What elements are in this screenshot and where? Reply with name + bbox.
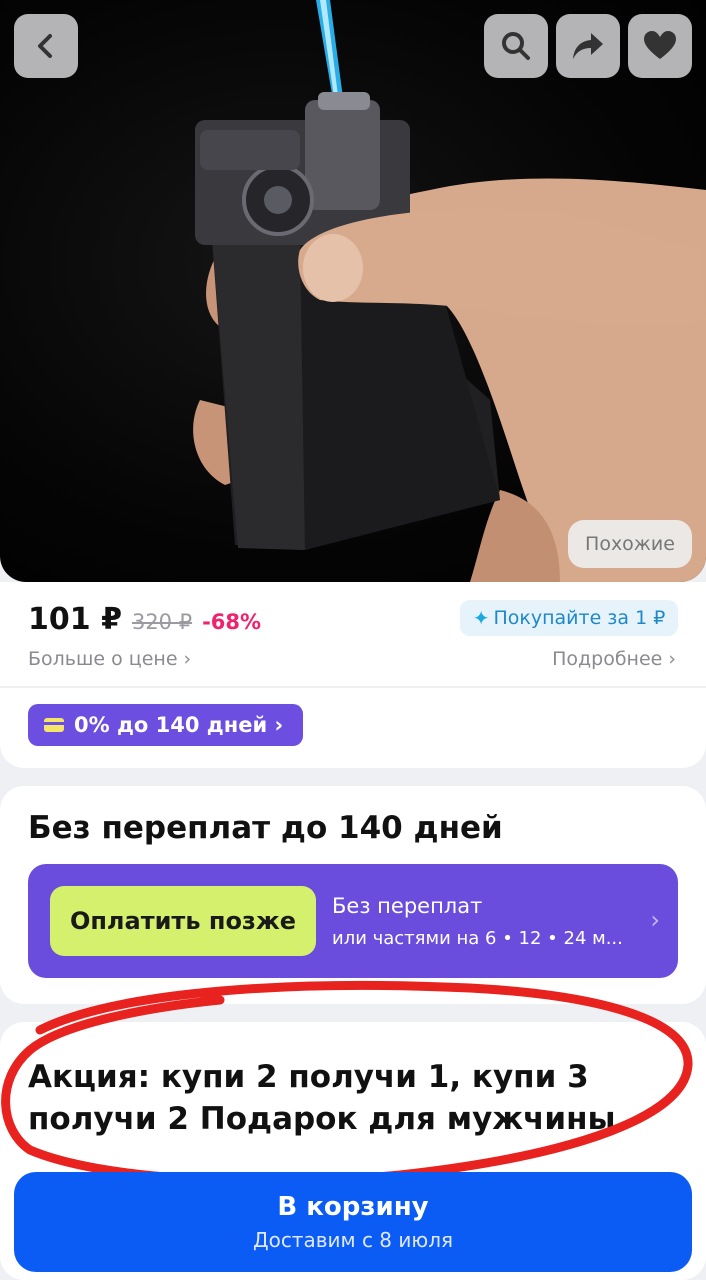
- buy-for-label: Покупайте за 1 ₽: [493, 607, 666, 629]
- add-to-cart-label: В корзину: [277, 1192, 429, 1222]
- product-image[interactable]: Похожие: [0, 0, 706, 582]
- pay-later-banner[interactable]: Оплатить позже Без переплат или частями …: [28, 864, 678, 978]
- pay-later-card: Без переплат до 140 дней Оплатить позже …: [0, 786, 706, 1004]
- price-row: 101 ₽ 320 ₽ -68%: [28, 602, 261, 637]
- buy-for-1-ruble-badge[interactable]: ✦ Покупайте за 1 ₽: [460, 600, 678, 636]
- promo-text: Акция: купи 2 получи 1, купи 3 получи 2 …: [28, 1059, 616, 1137]
- old-price: 320 ₽: [131, 610, 193, 634]
- sparkle-icon: ✦: [472, 606, 490, 630]
- pay-later-button[interactable]: Оплатить позже: [50, 886, 316, 956]
- similar-button[interactable]: Похожие: [568, 520, 692, 568]
- share-icon: [573, 33, 603, 59]
- pay-later-line1: Без переплат: [332, 894, 483, 918]
- current-price: 101 ₽: [28, 602, 122, 637]
- share-button[interactable]: [556, 14, 620, 78]
- pay-later-title: Без переплат до 140 дней: [28, 810, 503, 846]
- add-to-cart-button[interactable]: В корзину Доставим с 8 июля: [14, 1172, 692, 1272]
- search-icon: [502, 32, 530, 60]
- back-button[interactable]: [14, 14, 78, 78]
- chevron-right-icon: ›: [650, 906, 660, 934]
- favorite-button[interactable]: [628, 14, 692, 78]
- discount-badge: -68%: [202, 610, 262, 634]
- details-link[interactable]: Подробнее ›: [552, 648, 676, 670]
- installment-chip-label: 0% до 140 дней ›: [74, 713, 284, 737]
- more-about-price-link[interactable]: Больше о цене ›: [28, 648, 191, 670]
- heart-icon: [644, 31, 676, 59]
- chevron-left-icon: [38, 34, 52, 58]
- delivery-date-label: Доставим с 8 июля: [252, 1228, 454, 1252]
- installment-chip[interactable]: 0% до 140 дней ›: [28, 704, 303, 746]
- lighter-photo: [193, 0, 706, 582]
- pay-later-line2: или частями на 6 • 12 • 24 м...: [332, 928, 623, 949]
- card-icon: [44, 718, 64, 732]
- search-button[interactable]: [484, 14, 548, 78]
- price-card: 101 ₽ 320 ₽ -68% Больше о цене › ✦ Покуп…: [0, 582, 706, 686]
- installment-card: 0% до 140 дней ›: [0, 688, 706, 768]
